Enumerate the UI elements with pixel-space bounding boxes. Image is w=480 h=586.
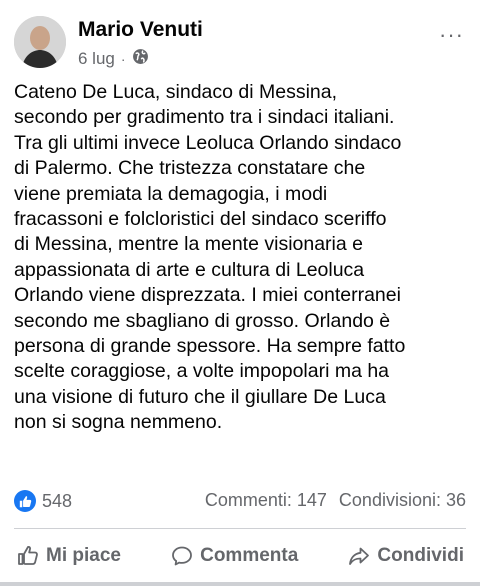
post-stats: 548 Commenti: 147 Condivisioni: 36 xyxy=(14,486,466,516)
reaction-count: 548 xyxy=(42,490,73,511)
comment-icon xyxy=(170,544,194,568)
meta-separator: · xyxy=(120,51,126,67)
like-button[interactable]: Mi piace xyxy=(14,540,123,572)
engagement-counts: Commenti: 147 Condivisioni: 36 xyxy=(205,490,466,511)
bottom-separator xyxy=(0,582,480,586)
author-name[interactable]: Mario Venuti xyxy=(78,18,203,42)
reactions-summary[interactable]: 548 xyxy=(14,490,72,512)
author-avatar[interactable] xyxy=(14,16,66,68)
post-text: Cateno De Luca, sindaco di Messina, seco… xyxy=(14,81,406,434)
avatar-photo xyxy=(14,16,66,68)
like-reaction-icon xyxy=(14,490,36,512)
facebook-post: Mario Venuti 6 lug · ··· Cateno De Luca,… xyxy=(0,0,480,586)
shares-count[interactable]: Condivisioni: 36 xyxy=(339,490,466,511)
post-date[interactable]: 6 lug xyxy=(78,49,115,69)
post-meta: 6 lug · xyxy=(78,48,149,70)
post-header: Mario Venuti 6 lug · ··· xyxy=(14,14,466,70)
share-button[interactable]: Condividi xyxy=(345,540,466,572)
comment-button[interactable]: Commenta xyxy=(168,540,300,572)
share-icon xyxy=(347,544,371,568)
more-options-button[interactable]: ··· xyxy=(439,24,464,46)
thumbs-up-icon xyxy=(16,544,40,568)
share-label: Condividi xyxy=(377,545,464,566)
comments-count[interactable]: Commenti: 147 xyxy=(205,490,327,511)
divider xyxy=(14,528,466,529)
comment-label: Commenta xyxy=(200,545,299,566)
post-actions: Mi piace Commenta Condividi xyxy=(14,532,466,580)
globe-icon[interactable] xyxy=(132,48,149,70)
like-label: Mi piace xyxy=(46,545,121,566)
